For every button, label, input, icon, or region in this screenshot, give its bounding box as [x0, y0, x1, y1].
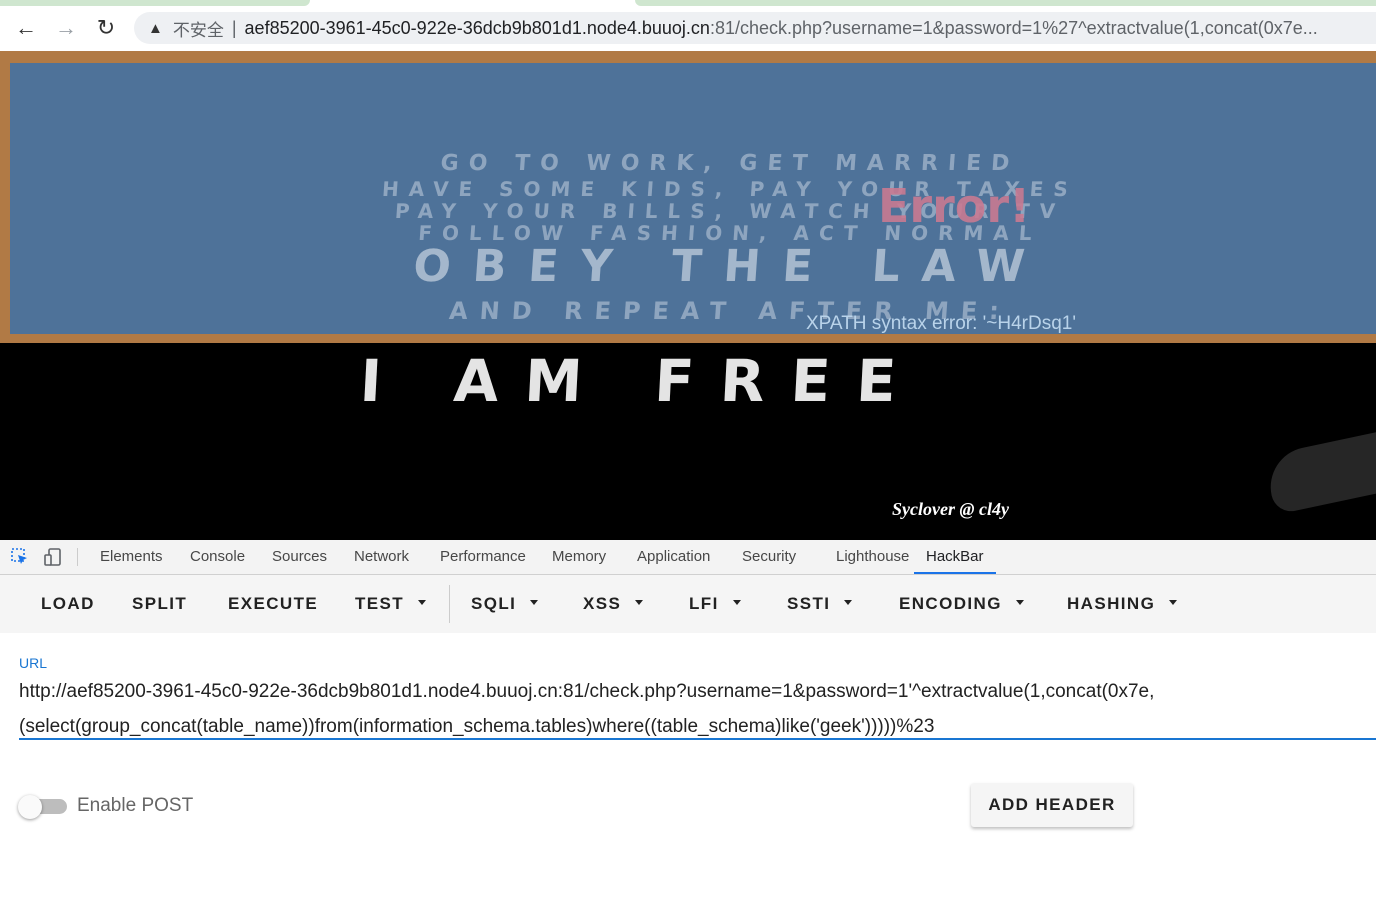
browser-toolbar: ← → ↻ ▲ 不安全 | aef85200-3961-45c0-922e-36… [0, 6, 1376, 50]
menu-divider [449, 585, 450, 623]
hashing-label: HASHING [1067, 594, 1156, 613]
url-textarea[interactable]: http://aef85200-3961-45c0-922e-36dcb9b80… [19, 674, 1349, 744]
dropdown-caret-icon [1015, 600, 1024, 606]
dropdown-caret-icon [844, 600, 853, 606]
encoding-label: ENCODING [899, 594, 1002, 613]
split-button[interactable]: SPLIT [132, 575, 187, 633]
lfi-dropdown[interactable]: LFI [689, 575, 741, 633]
encoding-dropdown[interactable]: ENCODING [899, 575, 1024, 633]
url-label: URL [19, 655, 48, 671]
tab-elements[interactable]: Elements [100, 540, 163, 574]
tab-hackbar[interactable]: HackBar [914, 540, 996, 574]
lfi-label: LFI [689, 594, 719, 613]
dropdown-caret-icon [1169, 600, 1178, 606]
tab-security[interactable]: Security [742, 540, 796, 574]
test-label: TEST [355, 594, 405, 613]
reload-icon[interactable]: ↻ [90, 12, 122, 44]
load-label: LOAD [41, 594, 95, 613]
sqli-dropdown[interactable]: SQLI [471, 575, 539, 633]
xss-label: XSS [583, 594, 622, 613]
address-bar[interactable]: ▲ 不安全 | aef85200-3961-45c0-922e-36dcb9b8… [134, 12, 1376, 44]
split-label: SPLIT [132, 594, 188, 613]
security-label: 不安全 [172, 20, 224, 40]
devtools-divider [77, 548, 78, 566]
execute-label: EXECUTE [228, 594, 319, 613]
add-header-button[interactable]: ADD HEADER [971, 783, 1133, 827]
dropdown-caret-icon [635, 600, 644, 606]
devtools-tab-bar: Elements Console Sources Network Perform… [0, 540, 1376, 575]
warning-icon[interactable]: ▲ [148, 20, 163, 37]
tab-memory[interactable]: Memory [552, 540, 606, 574]
test-dropdown[interactable]: TEST [355, 575, 427, 633]
dropdown-caret-icon [530, 600, 539, 606]
enable-post-switch-knob[interactable] [18, 795, 42, 819]
device-toggle-icon[interactable] [43, 547, 63, 567]
xss-dropdown[interactable]: XSS [583, 575, 644, 633]
load-button[interactable]: LOAD [41, 575, 95, 633]
url-line: http://aef85200-3961-45c0-922e-36dcb9b80… [19, 681, 1155, 702]
url-underline [19, 738, 1376, 740]
tagline: I AM FREE [358, 347, 924, 415]
chalk-line: OBEY THE LAW [411, 241, 1049, 292]
ssti-dropdown[interactable]: SSTI [787, 575, 853, 633]
tab-network[interactable]: Network [354, 540, 409, 574]
enable-post-label: Enable POST [77, 795, 194, 816]
inspect-element-icon[interactable] [10, 547, 30, 567]
add-header-label: ADD HEADER [988, 795, 1116, 814]
forward-arrow-icon[interactable]: → [50, 12, 82, 44]
tab-performance[interactable]: Performance [440, 540, 526, 574]
execute-button[interactable]: EXECUTE [228, 575, 318, 633]
address-separator: | [231, 17, 237, 38]
back-arrow-icon[interactable]: ← [10, 12, 42, 44]
url-host: aef85200-3961-45c0-922e-36dcb9b801d1.nod… [244, 17, 710, 38]
hackbar-menu: LOAD SPLIT EXECUTE TEST SQLI XSS LFI SST… [0, 575, 1376, 633]
tab-console[interactable]: Console [190, 540, 245, 574]
sqli-label: SQLI [471, 594, 517, 613]
dropdown-caret-icon [418, 600, 427, 606]
page-viewport: GO TO WORK, GET MARRIED HAVE SOME KIDS, … [0, 51, 1376, 540]
chalk-line: GO TO WORK, GET MARRIED [439, 151, 1021, 176]
url-rest: :81/check.php?username=1&password=1%27^e… [709, 17, 1318, 38]
hashing-dropdown[interactable]: HASHING [1067, 575, 1178, 633]
tab-lighthouse[interactable]: Lighthouse [836, 540, 909, 574]
tab-application[interactable]: Application [637, 540, 710, 574]
credit-text: Syclover @ cl4y [892, 499, 1009, 519]
dropdown-caret-icon [732, 600, 741, 606]
tab-sources[interactable]: Sources [272, 540, 327, 574]
error-title: Error! [878, 179, 1031, 233]
ssti-label: SSTI [787, 594, 831, 613]
hand-shape [1263, 427, 1376, 515]
error-message: XPATH syntax error: '~H4rDsq1' [806, 313, 1076, 334]
